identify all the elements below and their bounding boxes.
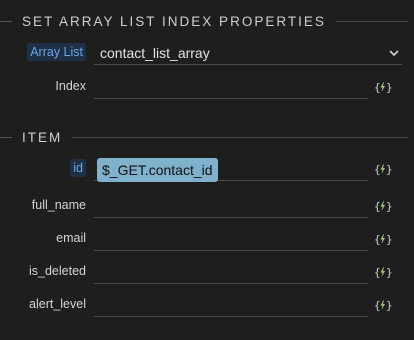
array-list-row: Array List contact_list_array bbox=[0, 35, 414, 69]
section-divider bbox=[72, 136, 408, 138]
item-is-deleted-input[interactable] bbox=[94, 260, 368, 284]
svg-text:}: } bbox=[386, 200, 392, 213]
array-list-value: contact_list_array bbox=[100, 44, 210, 61]
svg-text:}: } bbox=[386, 266, 392, 279]
dynamic-data-button[interactable]: { } bbox=[374, 296, 392, 314]
properties-section-header: SET ARRAY LIST INDEX PROPERTIES bbox=[0, 13, 414, 29]
svg-text:}: } bbox=[386, 299, 392, 312]
svg-text:}: } bbox=[386, 233, 392, 246]
section-title: SET ARRAY LIST INDEX PROPERTIES bbox=[22, 13, 326, 29]
svg-text:}: } bbox=[386, 81, 392, 94]
section-title: ITEM bbox=[22, 129, 63, 145]
dynamic-data-button[interactable]: { } bbox=[374, 263, 392, 281]
dynamic-data-lightning-icon: { } bbox=[374, 200, 392, 213]
section-divider bbox=[0, 136, 12, 138]
expression-token: $_GET.contact_id bbox=[97, 158, 218, 182]
svg-text:{: { bbox=[374, 163, 381, 176]
item-id-row: id $_GET.contact_id { } bbox=[0, 151, 414, 185]
array-list-select[interactable]: contact_list_array bbox=[94, 41, 402, 65]
item-alert-level-label: alert_level bbox=[29, 297, 86, 311]
item-full-name-label: full_name bbox=[31, 198, 86, 212]
item-alert-level-input[interactable] bbox=[94, 293, 368, 317]
item-full-name-row: full_name { } bbox=[0, 188, 414, 222]
svg-text:}: } bbox=[386, 163, 392, 176]
dynamic-data-button[interactable]: { } bbox=[374, 197, 392, 215]
svg-text:{: { bbox=[374, 233, 381, 246]
item-section-header: ITEM bbox=[0, 129, 414, 145]
index-label: Index bbox=[55, 79, 86, 93]
item-alert-level-row: alert_level { } bbox=[0, 287, 414, 321]
index-row: Index { } bbox=[0, 69, 414, 103]
svg-text:{: { bbox=[374, 266, 381, 279]
dynamic-data-button[interactable]: { } bbox=[374, 230, 392, 248]
item-email-input[interactable] bbox=[94, 227, 368, 251]
item-id-label: id bbox=[70, 151, 86, 185]
item-full-name-input[interactable] bbox=[94, 194, 368, 218]
svg-text:{: { bbox=[374, 200, 381, 213]
item-id-input[interactable]: $_GET.contact_id bbox=[94, 157, 368, 182]
section-divider bbox=[335, 20, 408, 22]
item-email-row: email { } bbox=[0, 221, 414, 255]
dynamic-data-lightning-icon: { } bbox=[374, 163, 392, 176]
svg-text:{: { bbox=[374, 299, 381, 312]
dynamic-data-button[interactable]: { } bbox=[374, 78, 392, 96]
chevron-down-icon bbox=[389, 50, 399, 57]
dynamic-data-lightning-icon: { } bbox=[374, 299, 392, 312]
item-email-label: email bbox=[56, 231, 86, 245]
index-input[interactable] bbox=[94, 75, 368, 99]
dynamic-data-lightning-icon: { } bbox=[374, 266, 392, 279]
dynamic-data-button[interactable]: { } bbox=[374, 160, 392, 178]
item-is-deleted-label: is_deleted bbox=[29, 264, 86, 278]
item-is-deleted-row: is_deleted { } bbox=[0, 254, 414, 288]
svg-text:{: { bbox=[374, 81, 381, 94]
array-list-label: Array List bbox=[27, 35, 86, 69]
dynamic-data-lightning-icon: { } bbox=[374, 81, 392, 94]
section-divider bbox=[0, 20, 12, 22]
dynamic-data-lightning-icon: { } bbox=[374, 233, 392, 246]
